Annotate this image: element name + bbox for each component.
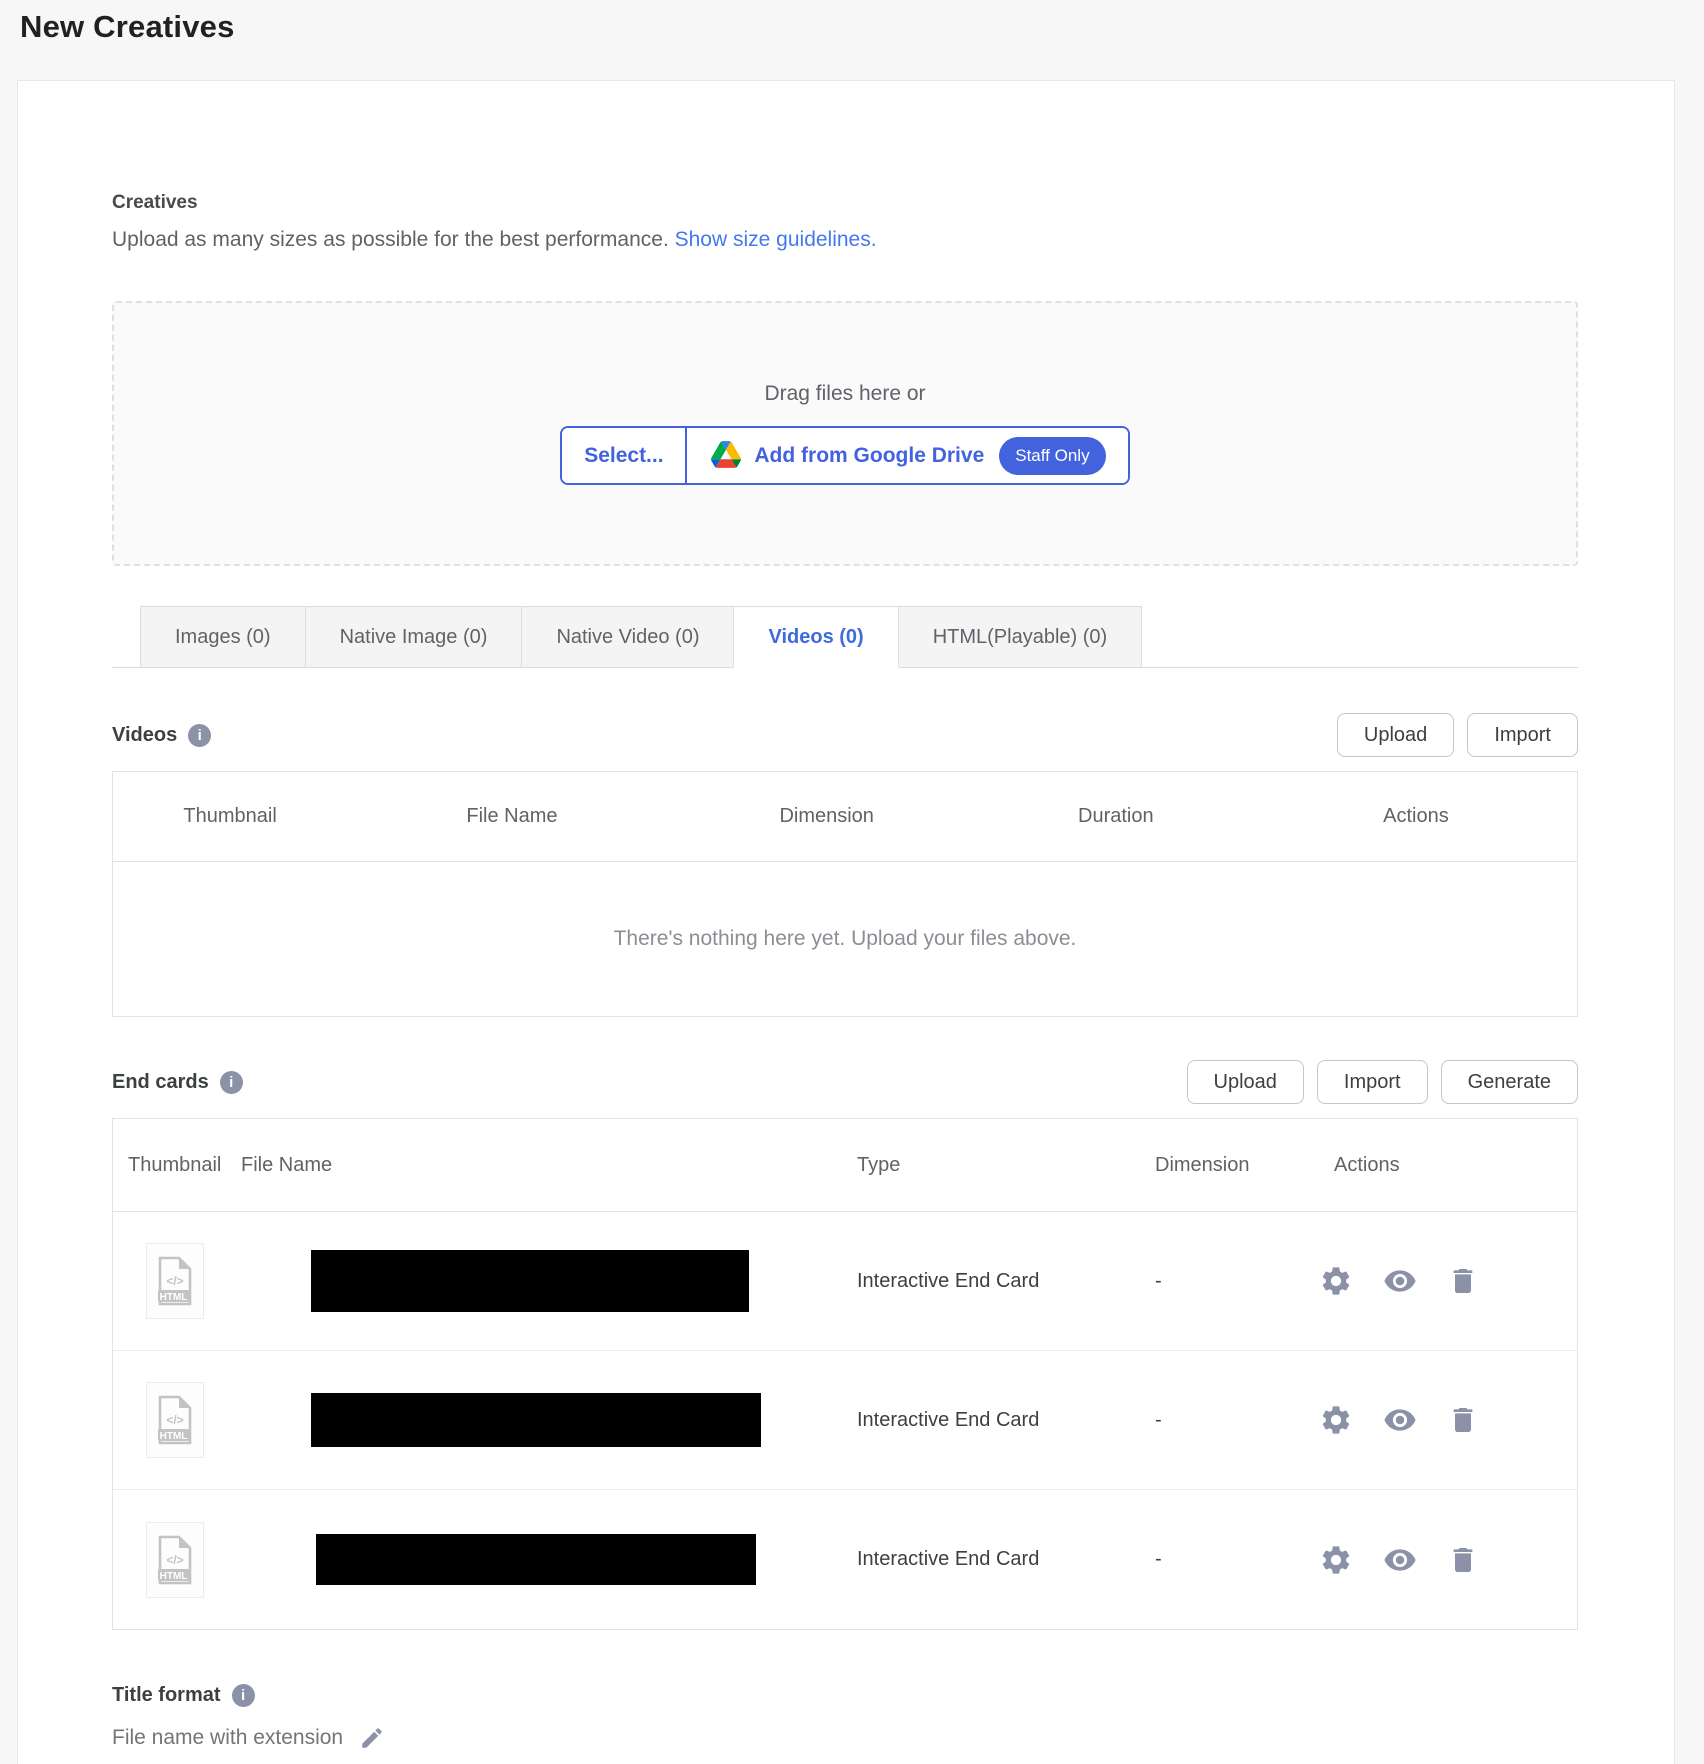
table-row: </> HTML Interactive End Card -: [113, 1351, 1577, 1490]
creative-type-tabs: Images (0) Native Image (0) Native Video…: [112, 606, 1578, 668]
end-cards-import-button[interactable]: Import: [1316, 1060, 1428, 1104]
settings-gear-icon[interactable]: [1319, 1543, 1353, 1577]
description-text: Upload as many sizes as possible for the…: [112, 228, 675, 251]
videos-col-duration: Duration: [1078, 805, 1154, 827]
end-card-type: Interactive End Card: [857, 1269, 1040, 1292]
videos-col-actions: Actions: [1383, 805, 1449, 827]
html-file-icon: </> HTML: [146, 1243, 204, 1319]
end-cards-col-thumbnail: Thumbnail: [128, 1153, 222, 1176]
html-label: HTML: [160, 1431, 188, 1442]
end-cards-table: Thumbnail File Name Type Dimension Actio…: [112, 1118, 1578, 1630]
creatives-card: Creatives Upload as many sizes as possib…: [17, 80, 1675, 1764]
end-card-type: Interactive End Card: [857, 1408, 1040, 1431]
videos-col-dimension: Dimension: [779, 805, 874, 827]
videos-section-title: Videos: [112, 723, 178, 746]
settings-gear-icon[interactable]: [1319, 1264, 1353, 1298]
videos-table: Thumbnail File Name Dimension Duration A…: [112, 771, 1578, 1017]
drag-files-text: Drag files here or: [764, 382, 926, 405]
tab-videos[interactable]: Videos (0): [734, 606, 899, 668]
redacted-file-name: [311, 1393, 761, 1447]
tab-native-image[interactable]: Native Image (0): [305, 606, 523, 668]
creatives-label: Creatives: [112, 192, 198, 213]
html-file-icon: </> HTML: [146, 1521, 204, 1598]
videos-col-thumbnail: Thumbnail: [183, 805, 277, 827]
end-card-dimension: -: [1155, 1548, 1162, 1570]
videos-info-icon[interactable]: i: [188, 723, 212, 747]
staff-only-badge: Staff Only: [999, 436, 1106, 475]
end-cards-col-file-name: File Name: [241, 1153, 333, 1176]
redacted-file-name: [311, 1250, 749, 1312]
select-files-button[interactable]: Select...: [562, 428, 688, 483]
delete-trash-icon[interactable]: [1447, 1403, 1479, 1437]
videos-empty-message: There's nothing here yet. Upload your fi…: [613, 927, 1077, 950]
title-format-info-icon[interactable]: i: [231, 1684, 255, 1707]
tab-native-video[interactable]: Native Video (0): [522, 606, 735, 668]
end-card-type: Interactive End Card: [857, 1548, 1040, 1570]
preview-eye-icon[interactable]: [1382, 1543, 1418, 1577]
videos-import-button[interactable]: Import: [1467, 713, 1578, 757]
table-row: </> HTML Interactive End Card -: [113, 1490, 1577, 1629]
code-glyph: </>: [166, 1274, 183, 1288]
drive-button-label: Add from Google Drive: [754, 443, 985, 467]
edit-pencil-icon[interactable]: [359, 1725, 385, 1751]
page-title: New Creatives: [20, 9, 235, 44]
end-cards-table-header: Thumbnail File Name Type Dimension Actio…: [113, 1119, 1577, 1212]
preview-eye-icon[interactable]: [1382, 1264, 1418, 1298]
tab-html-playable[interactable]: HTML(Playable) (0): [898, 606, 1143, 668]
end-card-dimension: -: [1155, 1269, 1162, 1292]
videos-upload-button[interactable]: Upload: [1336, 713, 1455, 757]
code-glyph: </>: [166, 1413, 183, 1427]
end-cards-col-actions: Actions: [1334, 1153, 1400, 1176]
redacted-file-name: [316, 1534, 756, 1585]
end-cards-info-icon[interactable]: i: [219, 1070, 243, 1094]
code-glyph: </>: [166, 1553, 183, 1567]
settings-gear-icon[interactable]: [1319, 1403, 1353, 1437]
add-from-google-drive-button[interactable]: Add from Google Drive Staff Only: [687, 428, 1128, 483]
videos-col-file-name: File Name: [466, 805, 558, 827]
upload-button-group: Select... Add from Google Drive Staff On…: [560, 426, 1130, 485]
html-file-icon: </> HTML: [146, 1382, 204, 1458]
end-card-dimension: -: [1155, 1408, 1162, 1431]
end-cards-section-title: End cards: [112, 1070, 209, 1093]
file-dropzone[interactable]: Drag files here or Select... Add from Go…: [112, 301, 1578, 566]
title-format-label: Title format: [112, 1684, 221, 1706]
delete-trash-icon[interactable]: [1447, 1264, 1479, 1298]
end-cards-col-type: Type: [857, 1153, 901, 1176]
videos-table-header: Thumbnail File Name Dimension Duration A…: [113, 772, 1577, 862]
tab-images[interactable]: Images (0): [140, 606, 306, 668]
html-label: HTML: [160, 1292, 188, 1303]
title-format-value: File name with extension: [112, 1726, 344, 1749]
size-guidelines-link[interactable]: Show size guidelines.: [675, 228, 877, 251]
preview-eye-icon[interactable]: [1382, 1403, 1418, 1437]
end-cards-generate-button[interactable]: Generate: [1440, 1060, 1578, 1104]
google-drive-icon: [711, 440, 742, 471]
end-cards-col-dimension: Dimension: [1155, 1153, 1250, 1176]
creatives-description: Upload as many sizes as possible for the…: [112, 225, 1578, 255]
html-label: HTML: [160, 1571, 188, 1582]
end-cards-upload-button[interactable]: Upload: [1186, 1060, 1304, 1104]
table-row: </> HTML Interactive End Card -: [113, 1212, 1577, 1351]
delete-trash-icon[interactable]: [1447, 1543, 1479, 1577]
